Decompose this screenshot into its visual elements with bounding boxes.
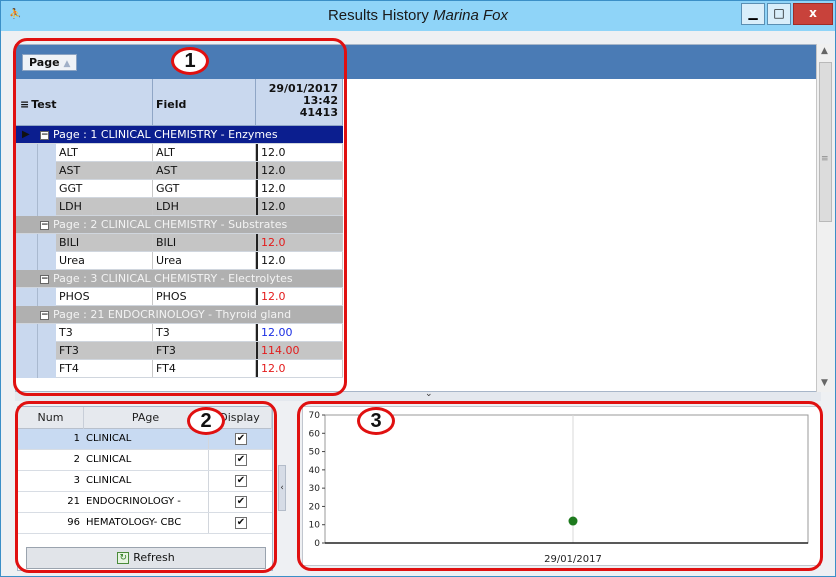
scrollbar-thumb[interactable] [819,62,832,222]
collapse-panel-button[interactable]: ‹ [278,465,286,511]
patient-name: Marina Fox [433,7,509,24]
grid-vertical-scrollbar[interactable]: ▲ ≡ ▼ [816,44,834,392]
close-button[interactable]: x [793,3,833,25]
minimize-button[interactable]: ▁ [741,3,765,25]
maximize-button[interactable]: □ [767,3,791,25]
callout-frame-1 [13,38,347,396]
title-bar[interactable]: ⛹ Results History Marina Fox ▁ □ x [1,1,835,31]
window-title: Results History Marina Fox [1,7,835,24]
callout-badge-1: 1 [171,47,209,75]
splitter-grip-icon[interactable]: ⌄ [425,389,433,399]
callout-badge-3: 3 [357,407,395,435]
results-history-window: ⛹ Results History Marina Fox ▁ □ x Page ▲… [0,0,836,577]
window-title-prefix: Results History [327,7,429,24]
scroll-down-icon[interactable]: ▼ [821,378,828,388]
scroll-grip-icon: ≡ [821,154,829,164]
callout-badge-2: 2 [187,407,225,435]
scroll-up-icon[interactable]: ▲ [821,46,828,56]
callout-frame-2 [15,401,277,573]
